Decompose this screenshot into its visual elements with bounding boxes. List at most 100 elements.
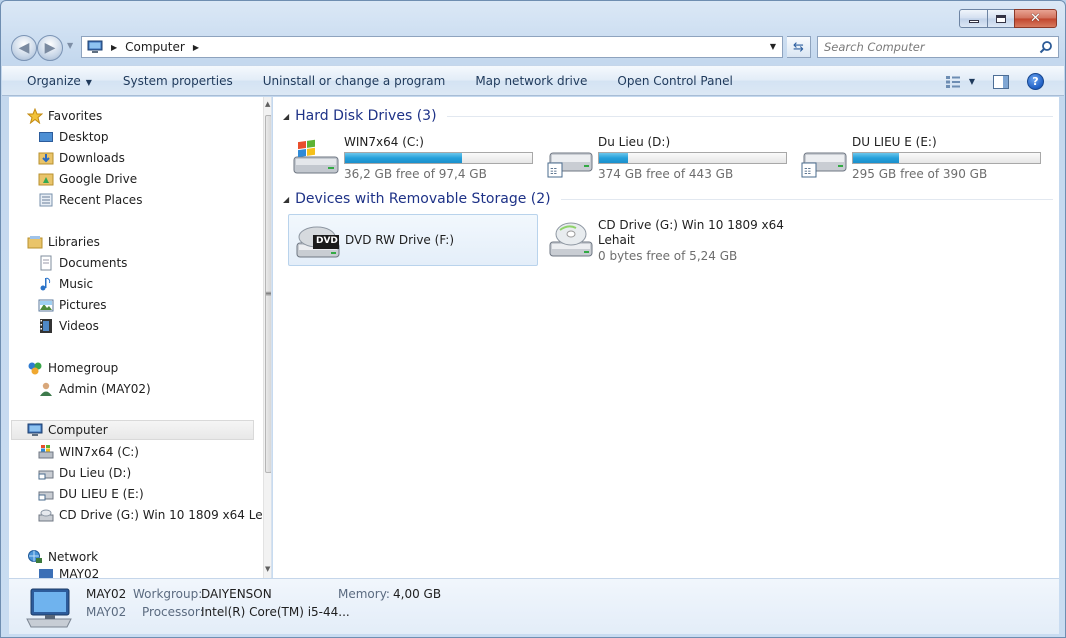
search-input[interactable]: [824, 40, 1024, 54]
open-control-panel-button[interactable]: Open Control Panel: [617, 74, 732, 88]
help-icon[interactable]: ?: [1027, 73, 1044, 90]
sidebar-item-label: Network: [48, 550, 99, 564]
uninstall-program-button[interactable]: Uninstall or change a program: [263, 74, 446, 88]
sidebar-item-drive-g[interactable]: CD Drive (G:) Win 10 1809 x64 Lehait: [38, 505, 271, 525]
network-icon: [28, 550, 42, 563]
star-icon: [27, 108, 43, 124]
drive-free-space: 0 bytes free of 5,24 GB: [598, 249, 738, 263]
sidebar-item-pictures[interactable]: Pictures: [38, 295, 107, 315]
user-icon: [40, 382, 52, 396]
sidebar-item-label: Admin (MAY02): [59, 382, 151, 396]
computer-icon: [26, 588, 72, 628]
refresh-button[interactable]: ⇆: [787, 36, 811, 58]
recent-pages-dropdown[interactable]: ▼: [67, 41, 73, 50]
system-properties-button[interactable]: System properties: [123, 74, 233, 88]
sidebar-item-label: Du Lieu (D:): [59, 466, 132, 480]
sidebar-item-drive-c[interactable]: WIN7x64 (C:): [38, 442, 139, 462]
scroll-up-icon[interactable]: ▲: [265, 100, 270, 108]
maximize-button[interactable]: [988, 9, 1014, 28]
dvd-badge: DVD: [316, 236, 338, 246]
drive-tile-d[interactable]: ☷ Du Lieu (D:) 374 GB free of 443 GB: [542, 131, 792, 183]
sidebar-item-network[interactable]: Network: [27, 547, 98, 567]
sidebar-item-libraries[interactable]: Libraries: [27, 232, 100, 252]
breadcrumb-chevron-icon[interactable]: ▶: [193, 43, 199, 52]
address-bar[interactable]: ▶ Computer ▶ ▼: [81, 36, 783, 58]
organize-button[interactable]: Organize ▼: [27, 74, 92, 88]
pictures-icon: [38, 299, 54, 312]
sidebar-item-label: Homegroup: [48, 361, 119, 375]
sidebar-item-homegroup[interactable]: Homegroup: [27, 358, 118, 378]
memory-label: Memory:: [338, 587, 390, 601]
map-network-drive-button[interactable]: Map network drive: [475, 74, 587, 88]
desktop-icon: [39, 132, 53, 142]
group-divider: [446, 115, 1053, 117]
memory-value: 4,00 GB: [393, 587, 442, 601]
navigation-bar: ◀ ▶ ▼ ▶ Computer ▶ ▼ ⇆: [9, 33, 1059, 61]
recent-places-icon: [39, 193, 53, 207]
sidebar-item-computer[interactable]: Computer: [11, 420, 254, 440]
sidebar-item-drive-d[interactable]: Du Lieu (D:): [38, 463, 131, 483]
group-header-hard-disks[interactable]: ◢ Hard Disk Drives (3): [283, 106, 1053, 126]
sidebar-item-recent-places[interactable]: Recent Places: [38, 190, 142, 210]
sidebar-item-documents[interactable]: Documents: [38, 253, 127, 273]
sidebar-item-admin[interactable]: Admin (MAY02): [38, 379, 151, 399]
search-icon[interactable]: [1039, 40, 1053, 54]
sidebar-item-videos[interactable]: Videos: [38, 316, 99, 336]
details-pane: MAY02 Workgroup: DAIYENSON Memory: 4,00 …: [9, 578, 1059, 634]
sidebar-item-label: WIN7x64 (C:): [59, 445, 139, 459]
preview-pane-icon[interactable]: [993, 74, 1009, 89]
sidebar-item-label: Recent Places: [59, 193, 143, 207]
sidebar-item-may02[interactable]: MAY02: [38, 567, 99, 578]
sidebar-item-favorites[interactable]: Favorites: [27, 106, 102, 126]
sidebar-item-drive-e[interactable]: DU LIEU E (E:): [38, 484, 144, 504]
drive-name-line2: Lehait: [598, 233, 635, 247]
drive-tile-f[interactable]: DVD DVD RW Drive (F:): [288, 214, 538, 266]
computer-icon: [87, 40, 103, 53]
sidebar-item-label: Documents: [59, 256, 128, 270]
workgroup-label: Workgroup:: [133, 587, 203, 601]
drive-tile-c[interactable]: WIN7x64 (C:) 36,2 GB free of 97,4 GB: [288, 131, 538, 183]
sidebar-item-label: DU LIEU E (E:): [59, 487, 144, 501]
minimize-button[interactable]: [959, 9, 988, 28]
command-bar-right: ▼ ?: [945, 66, 1064, 97]
sidebar-item-downloads[interactable]: Downloads: [38, 148, 125, 168]
search-box[interactable]: [817, 36, 1059, 58]
drive-usage-fill: [599, 153, 629, 163]
sidebar-item-label: Google Drive: [59, 172, 138, 186]
address-dropdown-icon[interactable]: ▼: [770, 42, 776, 51]
scroll-down-icon[interactable]: ▼: [265, 565, 270, 573]
change-view-button[interactable]: ▼: [945, 75, 975, 89]
breadcrumb-chevron-icon[interactable]: ▶: [111, 43, 117, 52]
drive-tile-g[interactable]: CD Drive (G:) Win 10 1809 x64 Lehait 0 b…: [542, 214, 792, 266]
scrollbar-grip-icon: ≡: [265, 289, 272, 298]
organize-label: Organize: [27, 73, 81, 88]
breadcrumb-computer[interactable]: Computer: [125, 40, 185, 54]
sidebar-item-label: Downloads: [59, 151, 125, 165]
drive-usage-fill: [853, 153, 899, 163]
drive-icon: ☷: [801, 152, 847, 178]
sidebar-item-google-drive[interactable]: Google Drive: [38, 169, 137, 189]
back-button[interactable]: ◀: [11, 35, 37, 61]
close-button[interactable]: ✕: [1014, 9, 1057, 28]
collapse-triangle-icon[interactable]: ◢: [283, 112, 289, 121]
sidebar-item-desktop[interactable]: Desktop: [38, 127, 109, 147]
group-header-removable[interactable]: ◢ Devices with Removable Storage (2): [283, 189, 1053, 209]
group-divider: [560, 198, 1053, 200]
navigation-scrollbar[interactable]: ▲ ≡ ▼: [263, 97, 272, 578]
refresh-icon: ⇆: [793, 39, 804, 55]
forward-button[interactable]: ▶: [37, 35, 63, 61]
forward-arrow-icon: ▶: [44, 40, 56, 56]
minimize-icon: [968, 20, 979, 23]
computer-name: MAY02: [86, 587, 127, 601]
music-icon: [40, 277, 51, 291]
drive-tile-e[interactable]: ☷ DU LIEU E (E:) 295 GB free of 390 GB: [796, 131, 1046, 183]
sidebar-item-music[interactable]: Music: [38, 274, 93, 294]
computer-icon: [27, 423, 43, 436]
view-options-icon: [945, 75, 960, 88]
homegroup-icon: [28, 362, 42, 375]
sidebar-item-label: Videos: [59, 319, 99, 333]
svg-text:☷: ☷: [550, 167, 557, 176]
sidebar-item-label: Desktop: [59, 130, 109, 144]
collapse-triangle-icon[interactable]: ◢: [283, 195, 289, 204]
google-drive-folder-icon: [38, 173, 54, 186]
